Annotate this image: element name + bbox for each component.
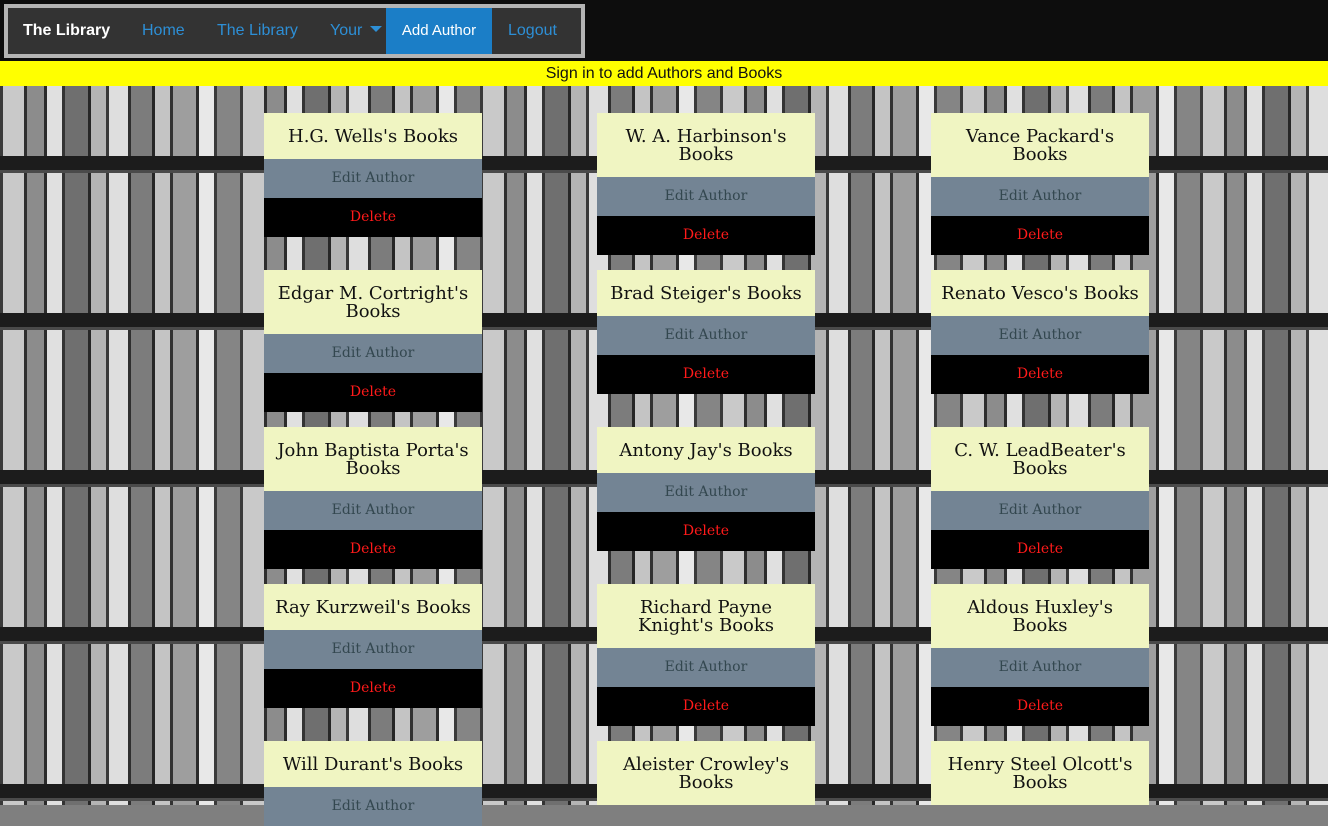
author-card: Brad Steiger's Books Edit Author Delete (597, 270, 815, 394)
author-title: Henry Steel Olcott's Books (931, 741, 1149, 805)
author-card: W. A. Harbinson's Books Edit Author Dele… (597, 113, 815, 255)
author-card: Aldous Huxley's Books Edit Author Delete (931, 584, 1149, 726)
edit-author-button[interactable]: Edit Author (597, 473, 815, 512)
author-card: Renato Vesco's Books Edit Author Delete (931, 270, 1149, 394)
author-title: Brad Steiger's Books (597, 270, 815, 316)
author-title: Aldous Huxley's Books (931, 584, 1149, 648)
author-title: H.G. Wells's Books (264, 113, 482, 159)
delete-author-button[interactable]: Delete (931, 355, 1149, 394)
author-card: John Baptista Porta's Books Edit Author … (264, 427, 482, 569)
author-card: Richard Payne Knight's Books Edit Author… (597, 584, 815, 726)
edit-author-button[interactable]: Edit Author (264, 787, 482, 826)
author-title: W. A. Harbinson's Books (597, 113, 815, 177)
caret-down-icon (370, 25, 383, 32)
author-title: Aleister Crowley's Books (597, 741, 815, 805)
sign-in-notice: Sign in to add Authors and Books (0, 61, 1328, 86)
nav-your-label: Your (330, 22, 363, 39)
logout-link[interactable]: Logout (508, 8, 557, 54)
author-card: Ray Kurzweil's Books Edit Author Delete (264, 584, 482, 708)
author-card: Vance Packard's Books Edit Author Delete (931, 113, 1149, 255)
delete-author-button[interactable]: Delete (597, 687, 815, 726)
author-title: Richard Payne Knight's Books (597, 584, 815, 648)
nav-home-link[interactable]: Home (142, 8, 185, 54)
edit-author-button[interactable]: Edit Author (597, 177, 815, 216)
author-title: Renato Vesco's Books (931, 270, 1149, 316)
edit-author-button[interactable]: Edit Author (931, 648, 1149, 687)
edit-author-button[interactable]: Edit Author (264, 630, 482, 669)
author-title: Ray Kurzweil's Books (264, 584, 482, 630)
edit-author-button[interactable]: Edit Author (264, 334, 482, 373)
edit-author-button[interactable]: Edit Author (264, 159, 482, 198)
delete-author-button[interactable]: Delete (597, 512, 815, 551)
delete-author-button[interactable]: Delete (931, 216, 1149, 255)
author-card: C. W. LeadBeater's Books Edit Author Del… (931, 427, 1149, 569)
author-title: John Baptista Porta's Books (264, 427, 482, 491)
edit-author-button[interactable]: Edit Author (931, 177, 1149, 216)
edit-author-button[interactable]: Edit Author (597, 648, 815, 687)
author-card: Henry Steel Olcott's Books (931, 741, 1149, 805)
delete-author-button[interactable]: Delete (264, 198, 482, 237)
author-title: Will Durant's Books (264, 741, 482, 787)
top-navigation-bar: The Library Home The Library Your Add Au… (0, 0, 1328, 61)
author-card: Edgar M. Cortright's Books Edit Author D… (264, 270, 482, 412)
delete-author-button[interactable]: Delete (264, 669, 482, 708)
author-card: H.G. Wells's Books Edit Author Delete (264, 113, 482, 237)
author-card: Will Durant's Books Edit Author (264, 741, 482, 826)
delete-author-button[interactable]: Delete (264, 530, 482, 569)
edit-author-button[interactable]: Edit Author (264, 491, 482, 530)
nav-your-dropdown[interactable]: Your (330, 8, 383, 54)
author-card: Antony Jay's Books Edit Author Delete (597, 427, 815, 551)
edit-author-button[interactable]: Edit Author (931, 491, 1149, 530)
delete-author-button[interactable]: Delete (264, 373, 482, 412)
delete-author-button[interactable]: Delete (931, 687, 1149, 726)
author-card: Aleister Crowley's Books (597, 741, 815, 805)
nav-library-link[interactable]: The Library (217, 8, 298, 54)
delete-author-button[interactable]: Delete (597, 216, 815, 255)
edit-author-button[interactable]: Edit Author (597, 316, 815, 355)
delete-author-button[interactable]: Delete (931, 530, 1149, 569)
author-title: Vance Packard's Books (931, 113, 1149, 177)
delete-author-button[interactable]: Delete (597, 355, 815, 394)
nav-container: The Library Home The Library Your Add Au… (4, 4, 585, 58)
author-title: Edgar M. Cortright's Books (264, 270, 482, 334)
author-title: Antony Jay's Books (597, 427, 815, 473)
brand-logo-link[interactable]: The Library (23, 8, 110, 54)
edit-author-button[interactable]: Edit Author (931, 316, 1149, 355)
add-author-button[interactable]: Add Author (386, 8, 492, 54)
author-title: C. W. LeadBeater's Books (931, 427, 1149, 491)
